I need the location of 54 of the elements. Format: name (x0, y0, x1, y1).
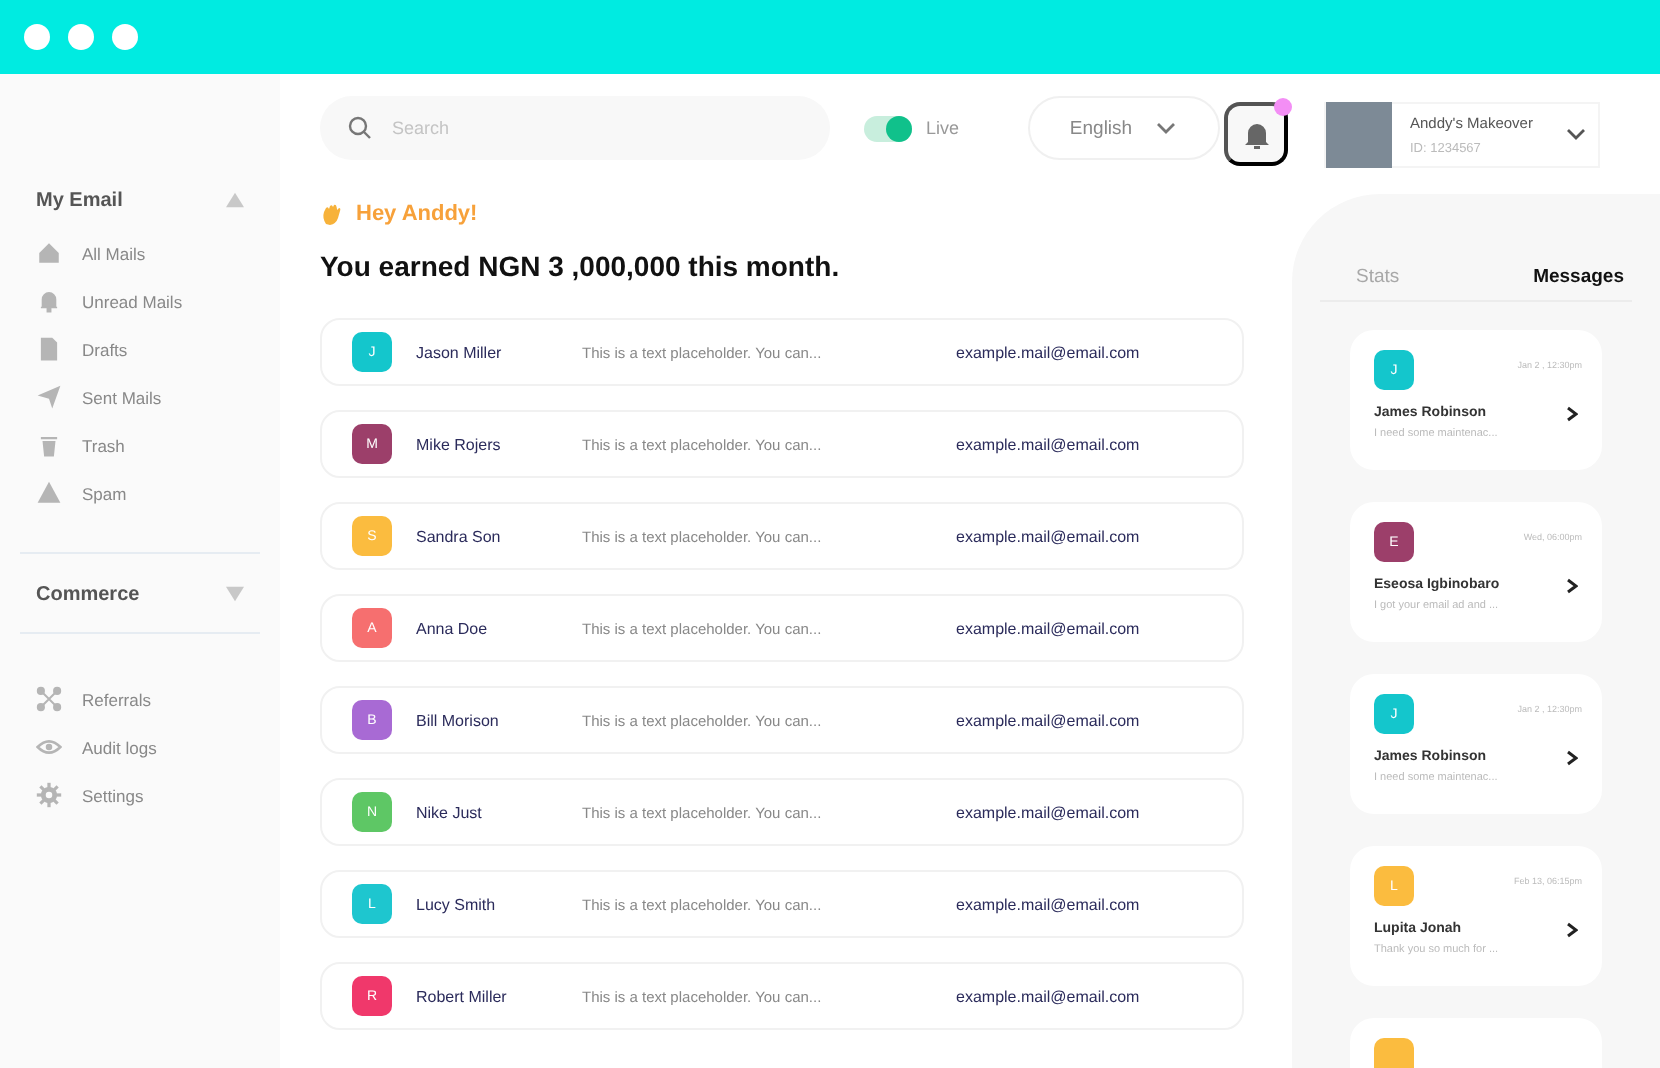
email-address: example.mail@email.com (956, 987, 1140, 1005)
earnings-headline: You earned NGN 3 ,000,000 this month. (320, 250, 842, 282)
greeting: Hey Anddy! (356, 202, 478, 226)
sender-name: Robert Miller (416, 987, 509, 1005)
nodes-icon (36, 686, 62, 712)
notification-button[interactable] (1224, 102, 1288, 166)
sender-name: Sandra Son (416, 527, 503, 545)
window-dot (68, 24, 94, 50)
sidebar-item[interactable]: Sent Mails (82, 387, 162, 407)
eye-icon (36, 734, 62, 760)
chevron-down-icon (1566, 127, 1586, 141)
bell-icon (36, 288, 62, 314)
live-toggle[interactable] (864, 115, 912, 141)
sidebar-item[interactable]: Settings (82, 785, 144, 805)
email-address: example.mail@email.com (956, 895, 1140, 913)
sender-name: Nike Just (416, 803, 484, 821)
email-address: example.mail@email.com (956, 527, 1140, 545)
triangle-icon[interactable] (226, 192, 244, 208)
trash-icon (36, 432, 62, 458)
chevron-right-icon (1566, 406, 1578, 422)
sender-name: Jason Miller (416, 343, 504, 361)
window-dot (112, 24, 138, 50)
triangle-icon[interactable] (226, 586, 244, 602)
bell-icon (1243, 119, 1269, 149)
search-icon (348, 116, 372, 140)
sidebar-item[interactable]: Unread Mails (82, 291, 183, 311)
language-dropdown[interactable]: English (1027, 96, 1220, 160)
document-icon (36, 336, 62, 362)
sidebar-item[interactable]: Audit logs (82, 737, 157, 757)
section-title[interactable]: My Email (36, 189, 123, 211)
photo-placeholder (1326, 101, 1392, 167)
sender-name: Mike Rojers (416, 435, 503, 453)
sender-name: Anna Doe (416, 619, 490, 637)
toggle-label: Live (926, 118, 960, 138)
chevron-right-icon (1566, 922, 1578, 938)
waving-hand-icon (320, 202, 344, 226)
warning-icon (36, 480, 62, 506)
email-address: example.mail@email.com (956, 619, 1140, 637)
chevron-right-icon (1566, 578, 1578, 594)
home-icon (36, 240, 62, 266)
window-dot (24, 24, 50, 50)
panel-tab[interactable]: Messages (1533, 266, 1624, 288)
email-address: example.mail@email.com (956, 435, 1140, 453)
sender-name: Lucy Smith (416, 895, 498, 913)
chevron-down-icon (1156, 121, 1177, 135)
email-address: example.mail@email.com (956, 343, 1140, 361)
sidebar-item[interactable]: All Mails (82, 243, 146, 263)
section-title[interactable]: Commerce (36, 583, 140, 605)
gear-icon (36, 782, 62, 808)
email-address: example.mail@email.com (956, 711, 1140, 729)
paper-plane-icon (36, 384, 62, 410)
sender-name: Bill Morison (416, 711, 501, 729)
email-address: example.mail@email.com (956, 803, 1140, 821)
chevron-right-icon (1566, 750, 1578, 766)
